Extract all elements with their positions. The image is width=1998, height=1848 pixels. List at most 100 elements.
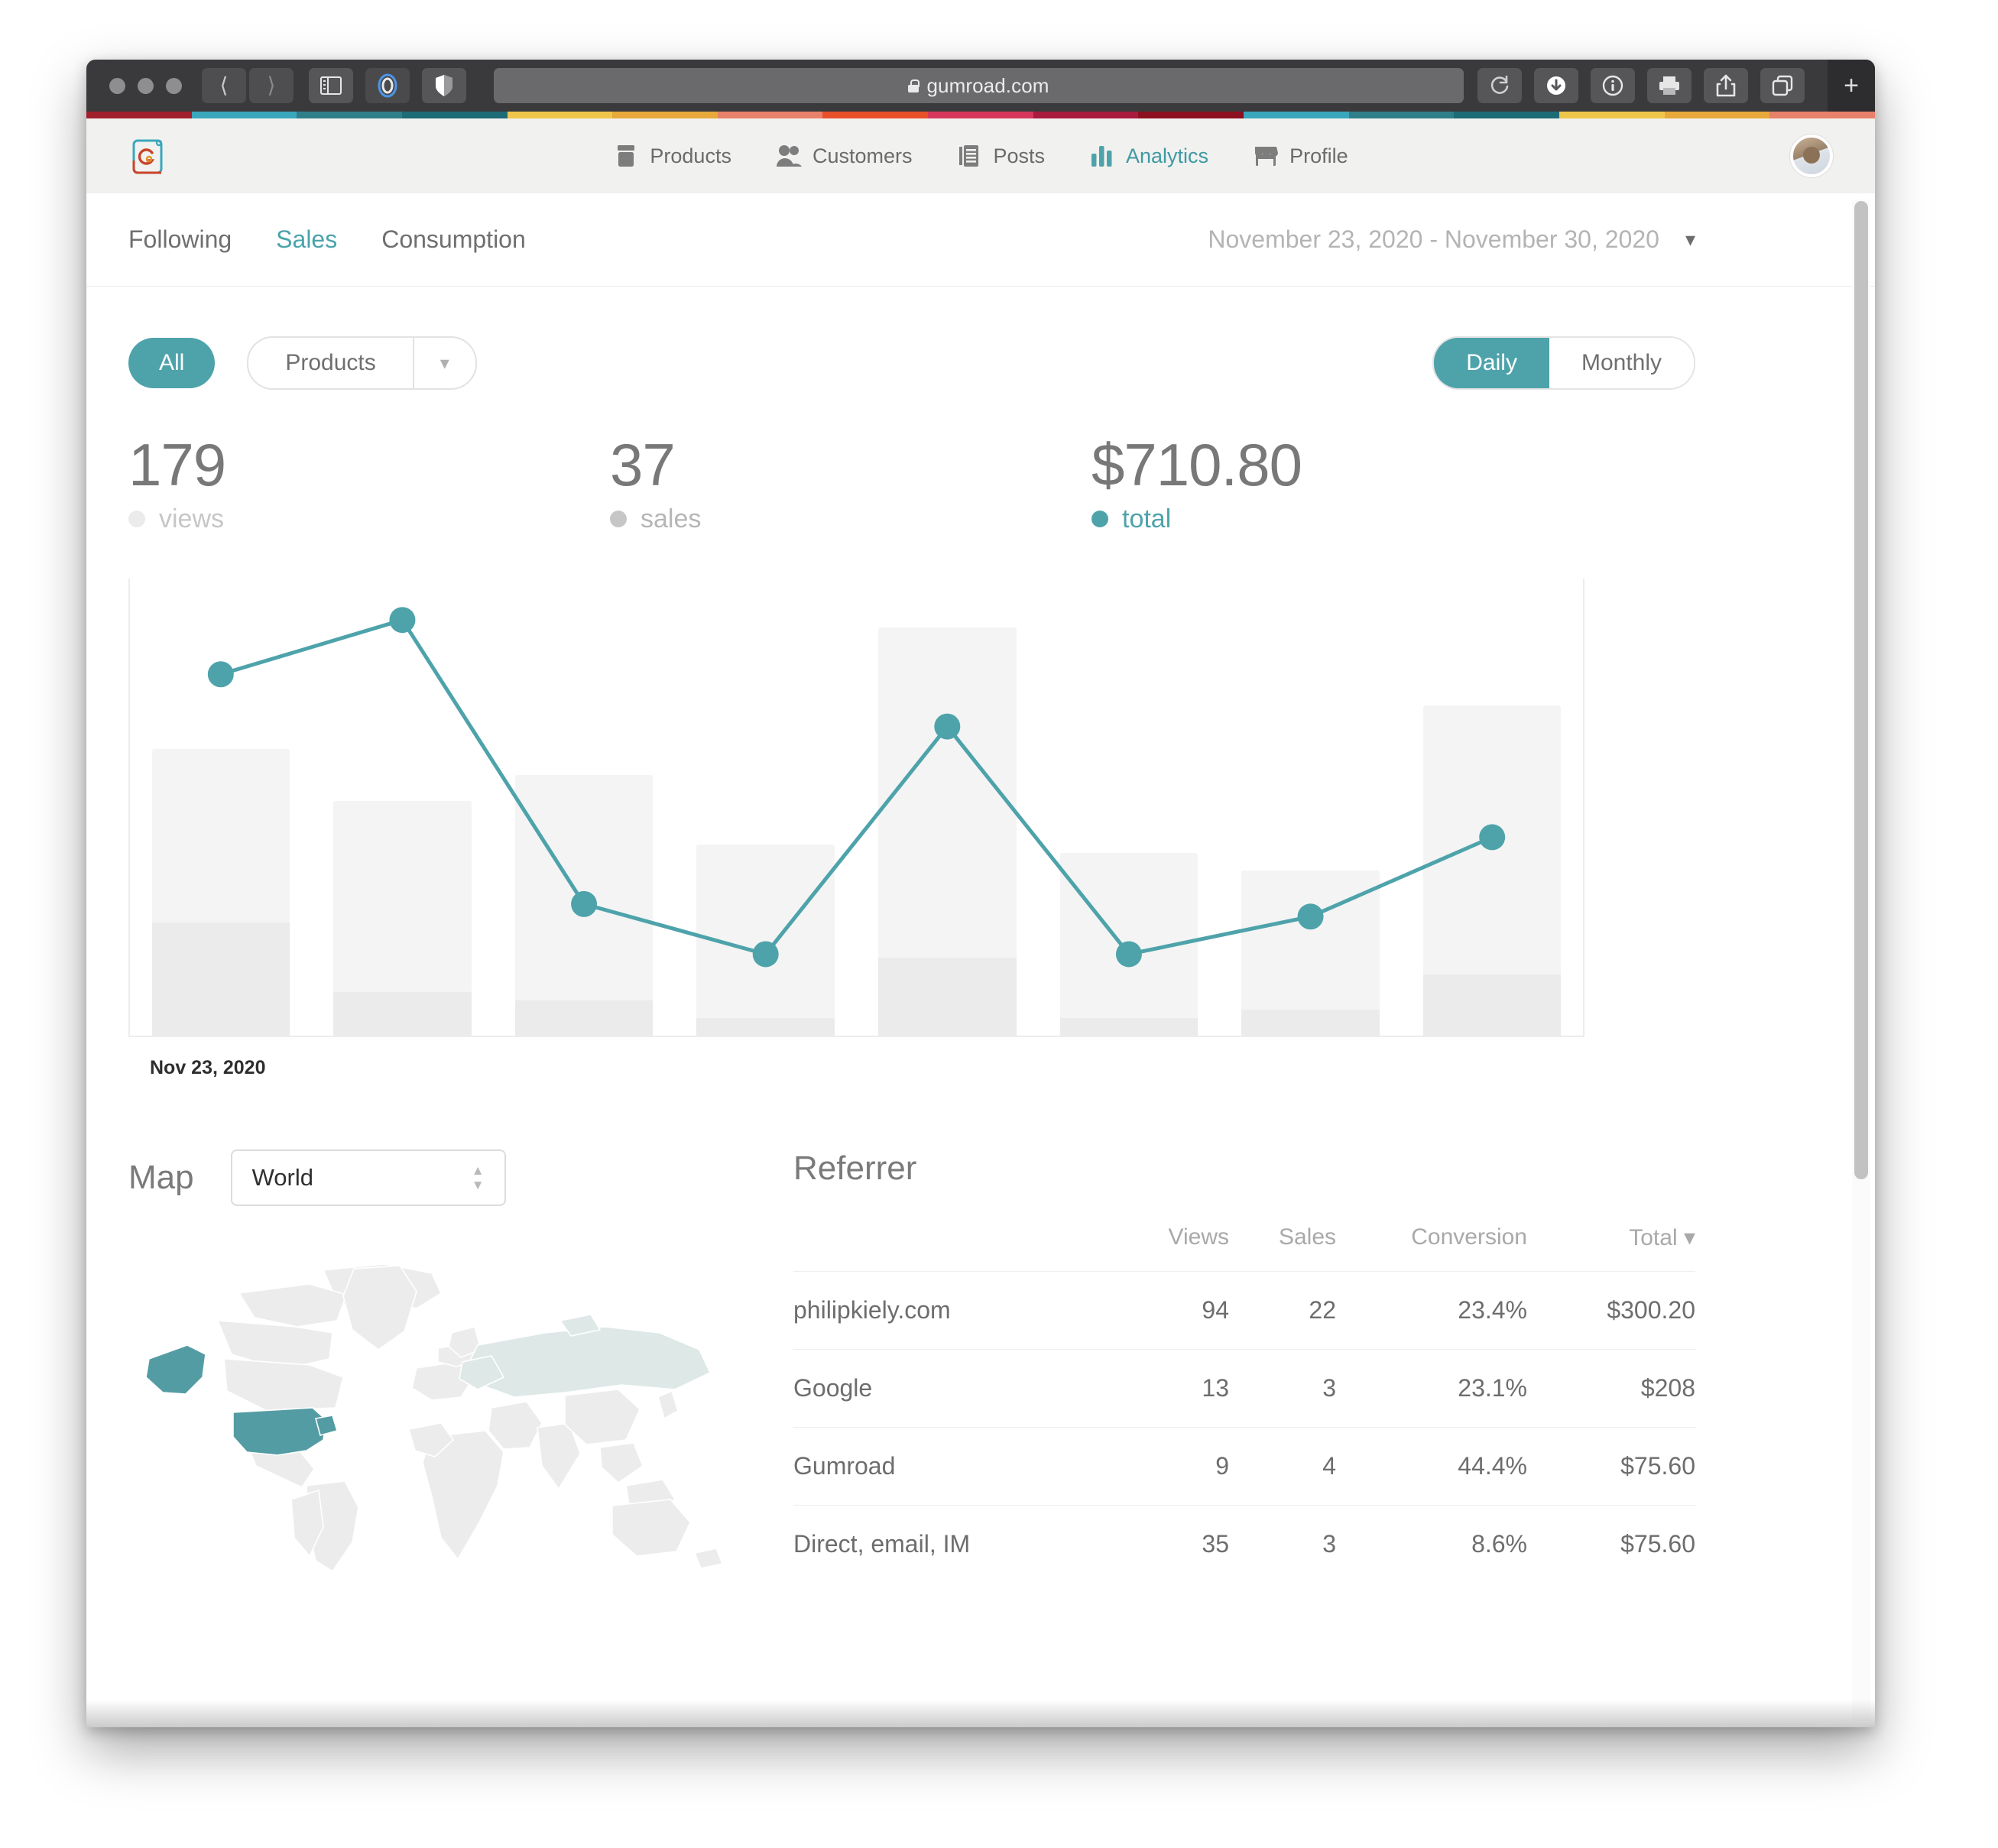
period-daily-button[interactable]: Daily bbox=[1434, 338, 1549, 388]
table-row[interactable]: Gumroad 9 4 44.4% $75.60 bbox=[793, 1426, 1695, 1506]
chart-data-point[interactable] bbox=[571, 890, 598, 917]
gumroad-nav-links: Products Customers Posts Analytics Profi… bbox=[86, 143, 1875, 169]
forward-button[interactable]: ⟩ bbox=[249, 68, 294, 103]
bottom-fade bbox=[86, 1700, 1875, 1727]
product-filter-label: Products bbox=[285, 350, 376, 375]
col-header-name bbox=[793, 1224, 1114, 1272]
gumroad-navbar: Products Customers Posts Analytics Profi… bbox=[86, 118, 1875, 193]
period-monthly-button[interactable]: Monthly bbox=[1549, 338, 1694, 388]
color-strip-segment bbox=[1348, 112, 1455, 118]
referrer-table-body: philipkiely.com 94 22 23.4% $300.20 Google 13 3… bbox=[793, 1270, 1695, 1583]
map-title: Map bbox=[128, 1158, 194, 1196]
chevron-down-icon[interactable]: ▾ bbox=[414, 338, 475, 388]
table-row[interactable]: Google 13 3 23.1% $208 bbox=[793, 1348, 1695, 1428]
col-header-total[interactable]: Total ▾ bbox=[1527, 1224, 1695, 1272]
minimize-window-button[interactable] bbox=[138, 77, 154, 94]
chart-data-point[interactable] bbox=[752, 941, 779, 968]
chart-data-point[interactable] bbox=[1297, 903, 1324, 930]
browser-window: ⟨ ⟩ gumroad.com + Products Customers Pos… bbox=[86, 60, 1875, 1727]
reload-icon[interactable] bbox=[1477, 68, 1522, 103]
share-icon[interactable] bbox=[1704, 68, 1748, 103]
color-strip-segment bbox=[191, 112, 297, 118]
nav-item-customers[interactable]: Customers bbox=[776, 143, 912, 169]
table-row[interactable]: Direct, email, IM 35 3 8.6% $75.60 bbox=[793, 1504, 1695, 1583]
nav-item-products[interactable]: Products bbox=[613, 143, 731, 169]
date-range-picker[interactable]: November 23, 2020 - November 30, 2020 ▾ bbox=[1208, 225, 1833, 254]
cell-sales: 4 bbox=[1229, 1426, 1336, 1506]
filter-all-button[interactable]: All bbox=[128, 338, 216, 388]
lower-section: Map World ▲ ▼ Referrer Views Sales Conve… bbox=[86, 1079, 1875, 1583]
total-legend-dot bbox=[1091, 511, 1108, 528]
color-strip bbox=[86, 112, 1875, 118]
cell-referrer-name: philipkiely.com bbox=[793, 1270, 1114, 1350]
chart-data-point[interactable] bbox=[1115, 941, 1142, 968]
back-button[interactable]: ⟨ bbox=[202, 68, 246, 103]
col-header-conversion[interactable]: Conversion bbox=[1336, 1224, 1527, 1272]
period-toggle: Daily Monthly bbox=[1432, 336, 1695, 390]
product-filter-select[interactable]: Products ▾ bbox=[247, 336, 477, 390]
color-strip-segment bbox=[1138, 112, 1244, 118]
color-strip-segment bbox=[717, 112, 823, 118]
nav-label-products: Products bbox=[650, 144, 731, 167]
color-strip-segment bbox=[401, 112, 508, 118]
sales-label: sales bbox=[641, 504, 702, 533]
col-header-sales[interactable]: Sales bbox=[1229, 1224, 1336, 1272]
map-scope-select[interactable]: World ▲ ▼ bbox=[230, 1149, 506, 1206]
chart-line-points bbox=[207, 607, 1506, 968]
nav-label-posts: Posts bbox=[993, 144, 1046, 167]
maximize-window-button[interactable] bbox=[166, 77, 182, 94]
cell-sales: 22 bbox=[1229, 1270, 1336, 1350]
referrer-panel: Referrer Views Sales Conversion Total ▾ … bbox=[793, 1149, 1833, 1583]
address-bar[interactable]: gumroad.com bbox=[494, 68, 1464, 103]
chart-data-point[interactable] bbox=[934, 713, 961, 740]
scrollbar-thumb[interactable] bbox=[1854, 201, 1868, 1179]
color-strip-segment bbox=[1769, 112, 1875, 118]
stats-row: 179 views 37 sales $710.80 total bbox=[86, 397, 1875, 534]
cell-conversion: 23.4% bbox=[1336, 1270, 1527, 1350]
avatar[interactable] bbox=[1790, 135, 1833, 177]
page-content: Products Customers Posts Analytics Profi… bbox=[86, 118, 1875, 1727]
nav-item-analytics[interactable]: Analytics bbox=[1089, 143, 1208, 169]
stat-sales: 37 sales bbox=[610, 433, 1091, 534]
color-strip-segment bbox=[822, 112, 929, 118]
tab-sales[interactable]: Sales bbox=[276, 225, 337, 254]
privacy-shield-icon[interactable] bbox=[422, 68, 466, 103]
map-panel: Map World ▲ ▼ bbox=[128, 1149, 763, 1583]
color-strip-segment bbox=[86, 112, 192, 118]
nav-item-profile[interactable]: Profile bbox=[1253, 143, 1348, 169]
reader-mode-icon[interactable] bbox=[365, 68, 410, 103]
sales-chart[interactable] bbox=[128, 578, 1584, 1037]
chart-data-point[interactable] bbox=[1479, 824, 1506, 851]
sidebar-icon[interactable] bbox=[309, 68, 353, 103]
cell-views: 9 bbox=[1114, 1426, 1229, 1506]
show-tabs-icon[interactable] bbox=[1760, 68, 1805, 103]
close-window-button[interactable] bbox=[109, 77, 125, 94]
sales-chart-container: Nov 23, 2020 bbox=[128, 578, 1833, 1079]
tab-following[interactable]: Following bbox=[128, 225, 232, 254]
print-icon[interactable] bbox=[1647, 68, 1691, 103]
date-range-text: November 23, 2020 - November 30, 2020 bbox=[1208, 225, 1659, 253]
chart-data-point[interactable] bbox=[207, 661, 234, 688]
views-label: views bbox=[159, 504, 225, 533]
download-icon[interactable] bbox=[1534, 68, 1578, 103]
url-text: gumroad.com bbox=[926, 73, 1049, 97]
cell-sales: 3 bbox=[1229, 1348, 1336, 1428]
toolbar-right-group: + bbox=[1477, 60, 1875, 112]
total-value: $710.80 bbox=[1091, 431, 1302, 498]
cell-total: $75.60 bbox=[1527, 1426, 1695, 1506]
vertical-scrollbar[interactable] bbox=[1852, 199, 1870, 1721]
color-strip-segment bbox=[1559, 112, 1665, 118]
referrer-header-row: Views Sales Conversion Total ▾ bbox=[793, 1224, 1695, 1272]
info-icon[interactable] bbox=[1591, 68, 1635, 103]
tab-consumption[interactable]: Consumption bbox=[381, 225, 526, 254]
cell-conversion: 23.1% bbox=[1336, 1348, 1527, 1428]
cell-referrer-name: Gumroad bbox=[793, 1426, 1114, 1506]
world-map[interactable] bbox=[128, 1247, 763, 1580]
referrer-title: Referrer bbox=[793, 1149, 917, 1187]
col-header-views[interactable]: Views bbox=[1114, 1224, 1229, 1272]
stat-views: 179 views bbox=[128, 433, 610, 534]
nav-item-posts[interactable]: Posts bbox=[956, 143, 1045, 169]
chart-data-point[interactable] bbox=[389, 607, 416, 634]
new-tab-button[interactable]: + bbox=[1828, 60, 1875, 112]
table-row[interactable]: philipkiely.com 94 22 23.4% $300.20 bbox=[793, 1270, 1695, 1350]
